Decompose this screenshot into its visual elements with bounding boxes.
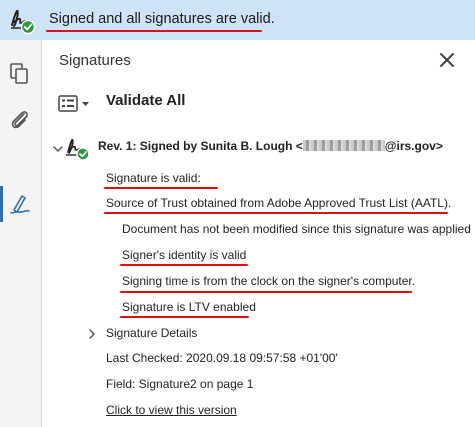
pages-icon[interactable] <box>6 60 34 88</box>
navigation-sidebar <box>0 40 42 427</box>
signed-valid-icon <box>66 138 90 161</box>
status-document-unmodified: Document has not been modified since thi… <box>122 222 471 236</box>
annotation-underline <box>104 187 218 189</box>
status-signing-time: Signing time is from the clock on the si… <box>122 274 416 288</box>
signature-status-text: Signed and all signatures are valid. <box>49 11 275 27</box>
chevron-down-icon[interactable] <box>52 143 64 155</box>
signatures-icon[interactable] <box>6 190 34 218</box>
status-signer-identity: Signer's identity is valid <box>122 248 247 262</box>
revision-label[interactable]: Rev. 1: Signed by Sunita B. Lough < @irs.… <box>98 139 443 153</box>
annotation-underline <box>120 291 412 293</box>
attachments-icon[interactable] <box>6 106 34 134</box>
status-signature-valid: Signature is valid: <box>106 171 201 185</box>
status-source-of-trust: Source of Trust obtained from Adobe Appr… <box>106 196 452 210</box>
close-icon[interactable] <box>436 49 458 71</box>
annotation-underline <box>46 30 262 32</box>
last-checked-text: Last Checked: 2020.09.18 09:57:58 +01'00… <box>106 351 338 365</box>
annotation-underline <box>104 212 448 214</box>
chevron-right-icon[interactable] <box>87 328 97 340</box>
status-ltv-enabled: Signature is LTV enabled <box>122 300 256 314</box>
signature-details-toggle[interactable]: Signature Details <box>106 326 197 340</box>
options-menu-icon[interactable] <box>56 92 96 116</box>
active-tab-indicator <box>0 186 3 222</box>
panel-title: Signatures <box>59 52 131 69</box>
signature-status-banner: Signed and all signatures are valid. <box>0 0 475 40</box>
field-text: Field: Signature2 on page 1 <box>106 377 254 391</box>
validate-all-button[interactable]: Validate All <box>106 92 185 109</box>
annotation-underline <box>120 264 248 266</box>
view-version-link[interactable]: Click to view this version <box>106 403 237 417</box>
signed-valid-icon <box>11 9 36 35</box>
revision-label-suffix: @irs.gov> <box>384 139 443 153</box>
signatures-panel: Signatures Validate All Rev. 1: Signed b… <box>42 40 475 427</box>
redacted-email <box>302 140 385 151</box>
revision-label-prefix: Rev. 1: Signed by Sunita B. Lough < <box>98 139 303 153</box>
annotation-underline <box>120 316 249 318</box>
